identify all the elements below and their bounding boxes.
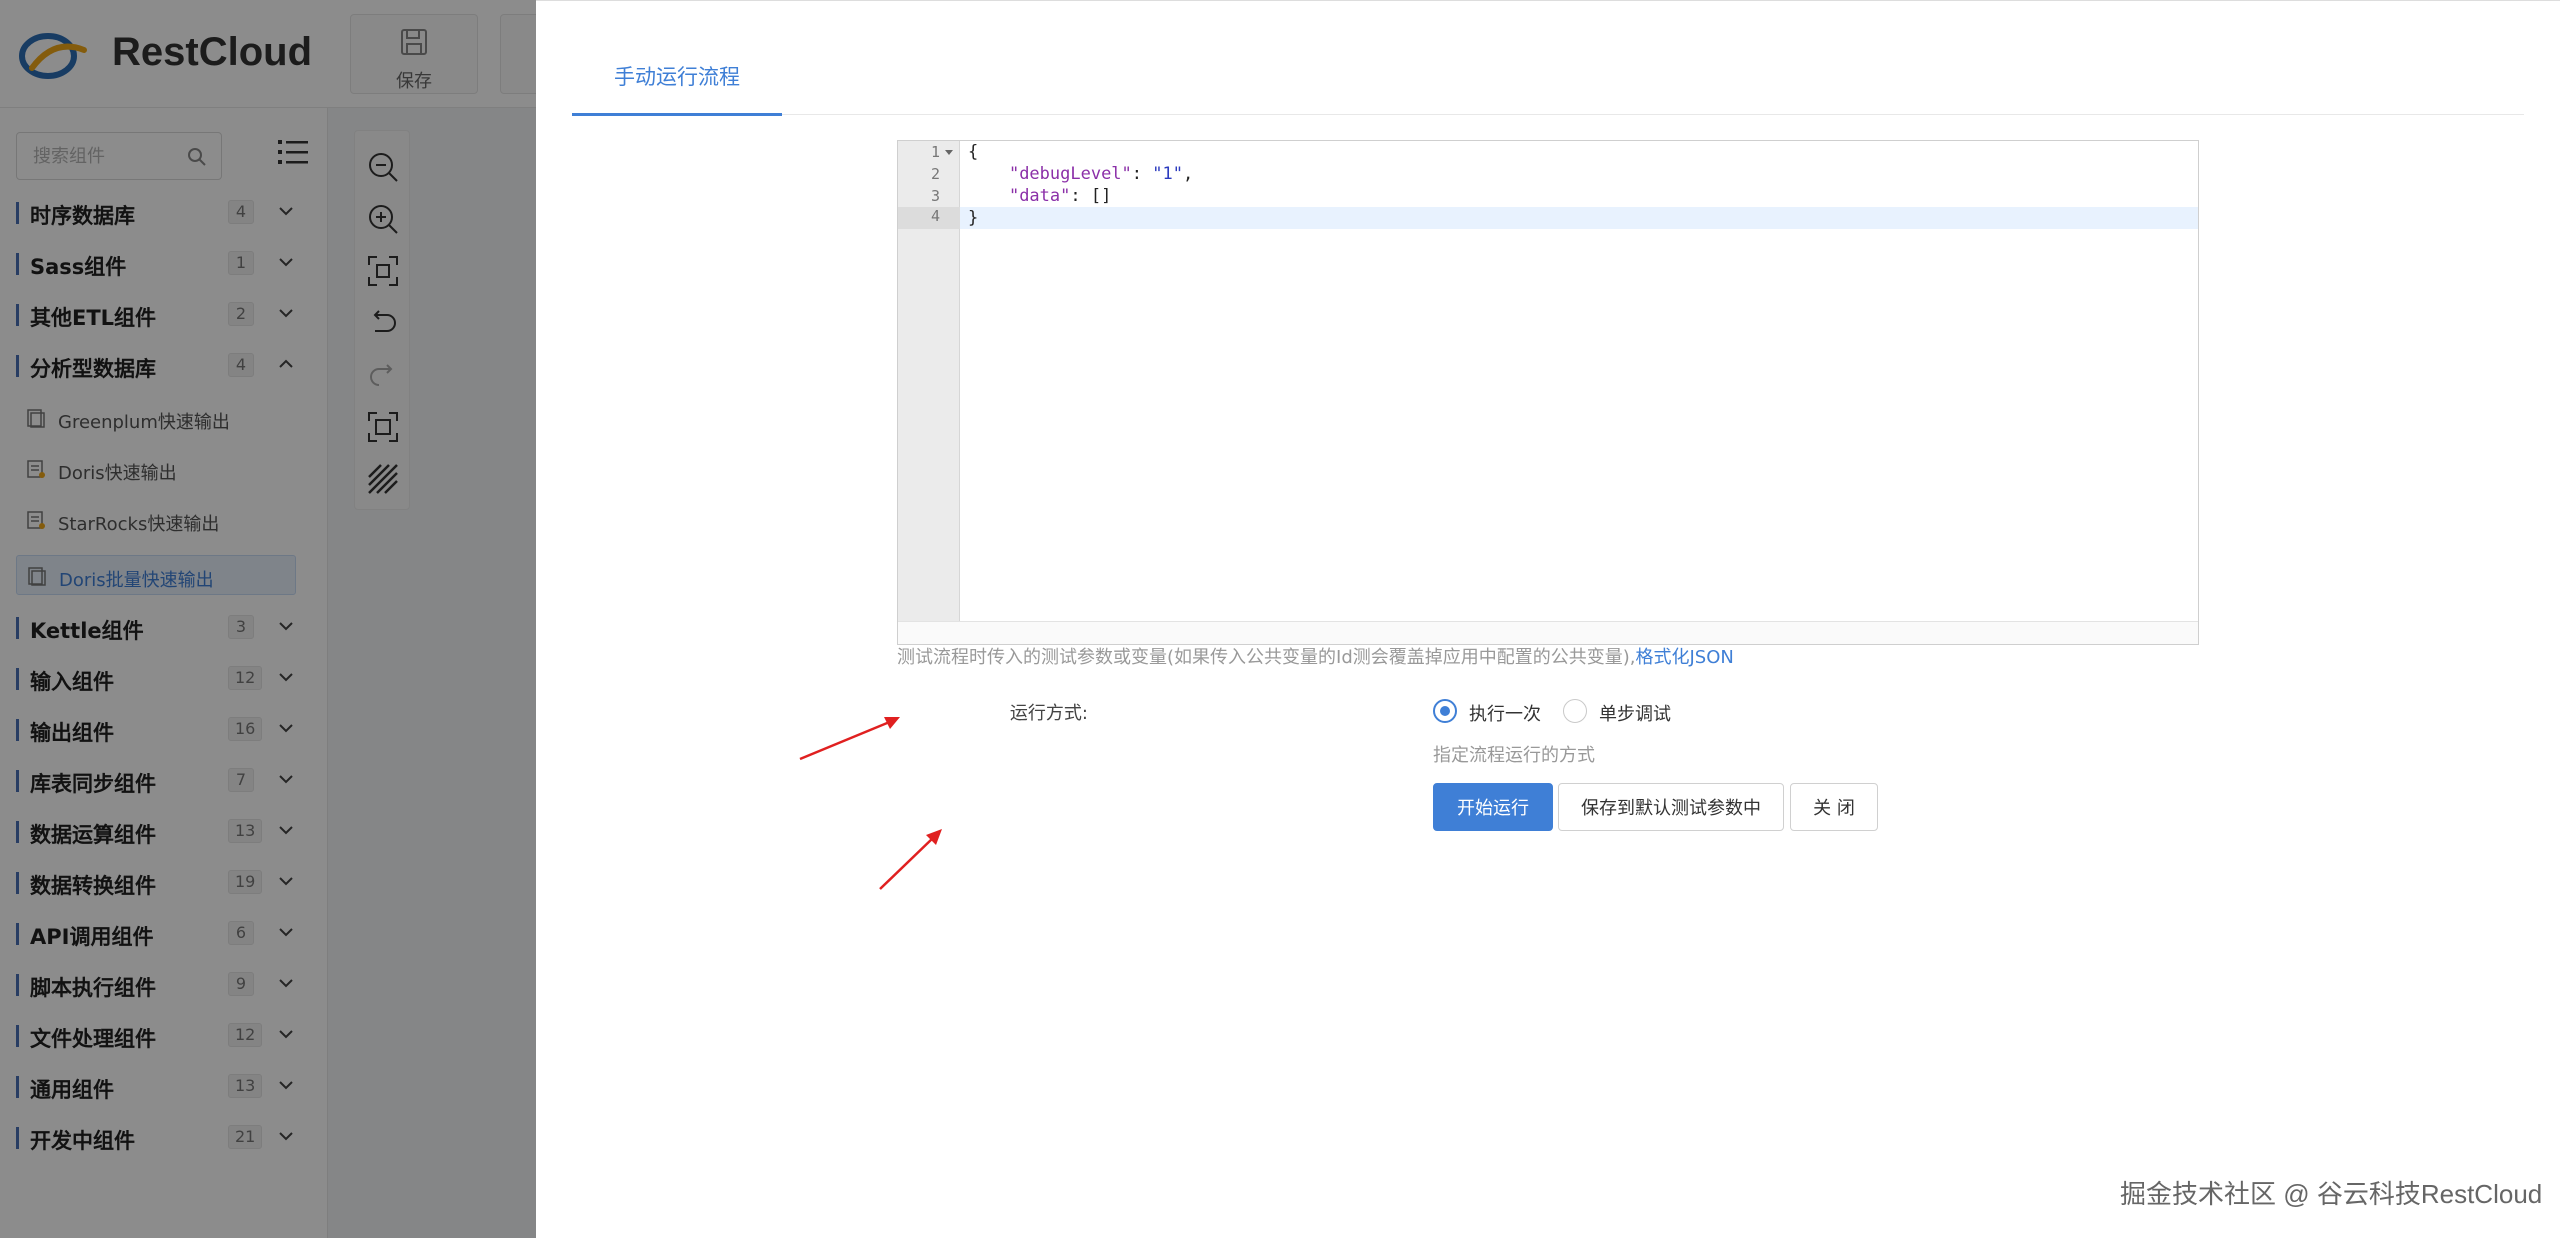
radio-run-once[interactable]: 执行一次	[1433, 698, 1553, 725]
annotation-arrow-icon	[799, 717, 900, 761]
code-line: }	[968, 208, 979, 228]
annotation-arrow-icon	[879, 829, 942, 890]
editor-active-line	[960, 207, 2198, 229]
start-run-button[interactable]: 开始运行	[1433, 783, 1553, 831]
watermark: 掘金技术社区 @ 谷云科技RestCloud	[2120, 1179, 2543, 1209]
radio-circle[interactable]	[1433, 699, 1457, 723]
editor-horizontal-scrollbar[interactable]	[898, 621, 2198, 644]
line-number: 1	[930, 143, 940, 161]
code-line: {	[968, 142, 979, 162]
format-json-link[interactable]: 格式化JSON	[1636, 647, 1734, 668]
run-mode-help-text: 指定流程运行的方式	[1433, 745, 1595, 766]
radio-circle[interactable]	[1563, 699, 1587, 723]
manual-run-drawer: 手动运行流程 传入测试参数: 1 2 3 4 { "debugLevel": "…	[536, 0, 2560, 1238]
run-mode-label: 运行方式:	[1009, 703, 1088, 724]
tab-manual-run[interactable]: 手动运行流程	[572, 57, 782, 115]
line-number: 3	[930, 187, 940, 205]
params-help-text: 测试流程时传入的测试参数或变量(如果传入公共变量的Id测会覆盖掉应用中配置的公共…	[897, 647, 1734, 668]
tab-active-indicator	[572, 113, 782, 116]
radio-label: 执行一次	[1469, 704, 1541, 725]
code-line: "debugLevel": "1",	[1008, 164, 1194, 184]
line-number: 2	[930, 165, 940, 183]
save-default-params-button[interactable]: 保存到默认测试参数中	[1558, 783, 1784, 831]
close-button[interactable]: 关 闭	[1790, 783, 1878, 831]
modal-mask[interactable]	[0, 0, 536, 1238]
json-params-editor[interactable]: 1 2 3 4 { "debugLevel": "1", "data": [] …	[897, 140, 2199, 645]
fold-triangle-icon[interactable]	[944, 149, 954, 157]
radio-step-debug[interactable]: 单步调试	[1563, 698, 1703, 725]
line-number: 4	[930, 207, 940, 225]
radio-label: 单步调试	[1599, 704, 1671, 725]
code-line: "data": []	[1008, 186, 1112, 206]
drawer-tab-bar: 手动运行流程	[572, 57, 2524, 116]
